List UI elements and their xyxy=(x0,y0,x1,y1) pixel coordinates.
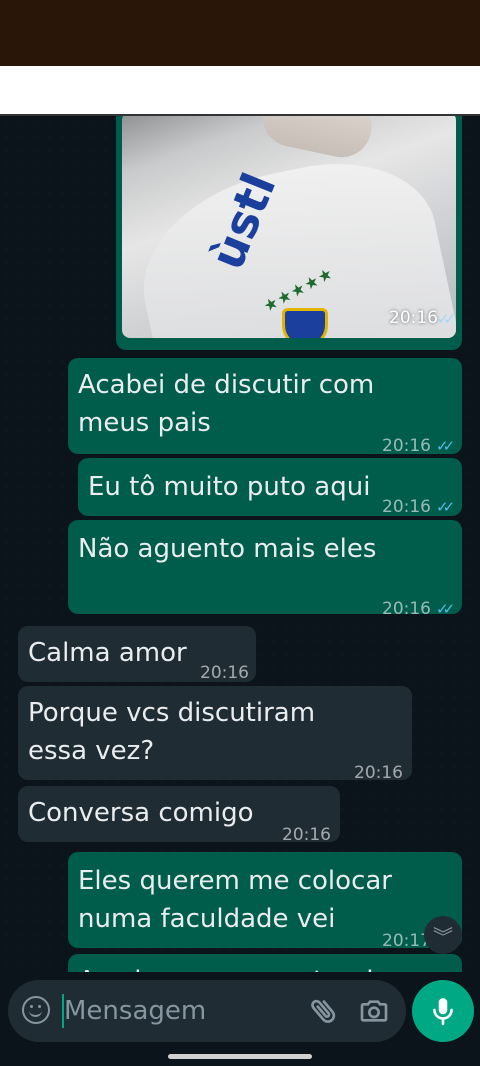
message-composer xyxy=(8,980,406,1042)
message-text-line: Acabei de discutir com xyxy=(78,370,375,400)
message-time: 20:16 xyxy=(389,308,438,328)
double-check-icon: ✓✓ xyxy=(436,600,455,618)
incoming-message[interactable]: Porque vcs discutiram essa vez? 20:16 xyxy=(18,686,412,783)
message-text-line: Eles querem me colocar xyxy=(78,866,392,896)
gesture-nav-bar[interactable] xyxy=(168,1054,312,1059)
camera-icon[interactable] xyxy=(358,994,390,1028)
message-text-line: Conversa comigo xyxy=(28,798,254,828)
incoming-message[interactable]: Conversa comigo 20:16 xyxy=(18,786,340,845)
status-bar xyxy=(0,0,480,66)
image-message[interactable]: ùstl ★★★★★ 20:16 ✓✓ xyxy=(116,116,462,350)
message-text-line: Eu tô muito puto aqui xyxy=(88,472,371,502)
outgoing-message[interactable]: A coisa mesmo estranha ... xyxy=(68,954,462,972)
message-input[interactable] xyxy=(64,994,294,1028)
message-text-line: meus pais xyxy=(78,408,211,438)
photo-hand xyxy=(256,116,378,163)
outgoing-message[interactable]: Acabei de discutir com meus pais 20:16 ✓… xyxy=(68,358,462,456)
paperclip-icon[interactable] xyxy=(308,994,340,1028)
message-text-line: numa faculdade vei xyxy=(78,904,336,934)
outgoing-message[interactable]: Não aguento mais eles 20:16 ✓✓ xyxy=(68,520,462,619)
chat-header xyxy=(0,66,480,116)
message-text-line: Porque vcs discutiram xyxy=(28,698,316,728)
message-text-line: Não aguento mais eles xyxy=(78,534,377,564)
message-list[interactable]: ùstl ★★★★★ 20:16 ✓✓ Acabei de discutir c… xyxy=(0,116,480,972)
incoming-message[interactable]: Calma amor 20:16 xyxy=(18,626,256,683)
double-check-icon: ✓✓ xyxy=(436,310,456,328)
message-time: 20:16 xyxy=(354,763,403,783)
photo-crest xyxy=(282,308,328,338)
emoji-icon[interactable] xyxy=(22,996,50,1024)
message-text-line: essa vez? xyxy=(28,736,155,766)
message-text-line: A coisa mesmo estranha ... xyxy=(78,962,432,972)
outgoing-message[interactable]: Eu tô muito puto aqui 20:16 ✓✓ xyxy=(78,458,462,517)
message-time: 20:16 xyxy=(382,599,431,619)
message-time: 20:16 xyxy=(282,825,331,845)
chevron-double-down-icon: ︾ xyxy=(433,924,453,949)
outgoing-message[interactable]: Eles querem me colocar numa faculdade ve… xyxy=(68,852,462,951)
message-text-line: Calma amor xyxy=(28,638,187,668)
mic-icon xyxy=(433,998,453,1026)
voice-record-button[interactable] xyxy=(412,980,474,1042)
scroll-to-bottom-button[interactable]: ︾ xyxy=(424,916,462,954)
message-photo[interactable]: ùstl ★★★★★ 20:16 ✓✓ xyxy=(122,116,456,338)
